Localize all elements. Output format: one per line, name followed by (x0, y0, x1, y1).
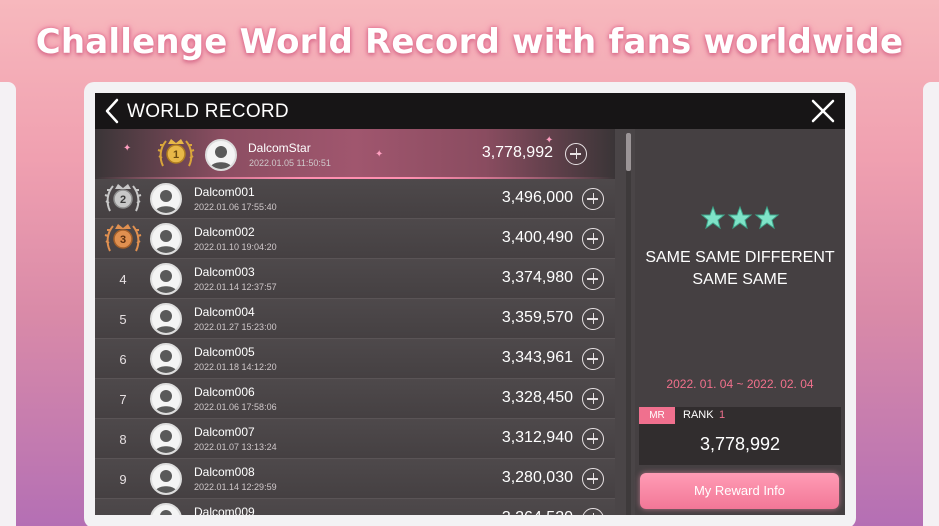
player-name: Dalcom006 (194, 385, 255, 399)
avatar-icon[interactable] (150, 263, 182, 295)
player-name: Dalcom004 (194, 305, 255, 319)
player-name: Dalcom003 (194, 265, 255, 279)
avatar-icon[interactable] (150, 303, 182, 335)
event-period: 2022. 01. 04 ~ 2022. 02. 04 (666, 377, 814, 391)
avatar-icon[interactable] (150, 383, 182, 415)
promo-headline: Challenge World Record with fans worldwi… (35, 22, 904, 62)
ranking-row[interactable]: 2 Dalcom001 2022.01.06 17:55:40 3,496,000 (95, 179, 615, 219)
record-score: 3,312,940 (501, 429, 573, 446)
medal-number: 2 (120, 194, 126, 206)
add-circle-icon[interactable] (582, 348, 604, 370)
record-score: 3,400,490 (501, 229, 573, 246)
ranking-row[interactable]: 8 Dalcom007 2022.01.07 13:13:24 3,312,940 (95, 419, 615, 459)
record-date: 2022.01.07 13:13:24 (194, 442, 277, 452)
ranking-row[interactable]: 5 Dalcom004 2022.01.27 15:23:00 3,359,570 (95, 299, 615, 339)
rank-number: 6 (119, 352, 127, 367)
record-score: 3,374,980 (501, 269, 573, 286)
add-circle-icon[interactable] (582, 228, 604, 250)
record-score: 3,328,450 (501, 389, 573, 406)
player-name: Dalcom007 (194, 425, 255, 439)
top-bar: WORLD RECORD (95, 93, 845, 129)
crown-medal-icon: 2 (104, 181, 142, 217)
adjacent-card-left (0, 82, 16, 526)
add-circle-icon[interactable] (582, 188, 604, 210)
ranking-row[interactable]: 10 Dalcom009 3,264,520 (95, 499, 615, 515)
ranking-row[interactable]: 9 Dalcom008 2022.01.14 12:29:59 3,280,030 (95, 459, 615, 499)
my-score: 3,778,992 (699, 434, 781, 454)
record-date: 2022.01.05 11:50:51 (249, 158, 331, 168)
mode-badge: MR (639, 407, 675, 424)
ranking-row[interactable]: 4 Dalcom003 2022.01.14 12:37:57 3,374,980 (95, 259, 615, 299)
avatar-icon[interactable] (150, 343, 182, 375)
add-circle-icon[interactable] (582, 388, 604, 410)
record-score: 3,280,030 (501, 469, 573, 486)
add-circle-icon[interactable] (582, 468, 604, 490)
record-score: 3,264,520 (502, 509, 573, 515)
star-icon (727, 205, 753, 230)
rank-number: 7 (119, 392, 127, 407)
star-icon (700, 205, 726, 230)
add-circle-icon[interactable] (582, 428, 604, 450)
avatar-icon[interactable] (150, 503, 182, 515)
record-date: 2022.01.14 12:37:57 (194, 282, 277, 292)
avatar-icon[interactable] (150, 223, 182, 255)
song-info-panel: SAME SAME DIFFERENT SAME SAME 2022. 01. … (635, 129, 845, 515)
sparkle-icon: ✦ (123, 143, 132, 154)
star-icon (754, 205, 780, 230)
sparkle-icon: ✦ (375, 149, 384, 160)
rank-number: 5 (119, 312, 127, 327)
crown-medal-icon: 1 (157, 136, 195, 172)
world-record-panel: WORLD RECORD ✦ ✦ ✦ 1 DalcomStar 2022.01.… (95, 93, 845, 515)
record-score: 3,496,000 (501, 189, 573, 206)
avatar-icon[interactable] (150, 423, 182, 455)
record-date: 2022.01.27 15:23:00 (194, 322, 277, 332)
rank-number: 10 (105, 512, 141, 515)
player-name: Dalcom002 (194, 225, 255, 239)
scrollbar-track[interactable] (626, 133, 631, 515)
medal-number: 3 (120, 234, 126, 246)
song-title: SAME SAME DIFFERENT SAME SAME (645, 249, 835, 288)
avatar-icon[interactable] (150, 183, 182, 215)
player-name: Dalcom001 (194, 185, 255, 199)
avatar-icon[interactable] (150, 463, 182, 495)
ranking-row[interactable]: 3 Dalcom002 2022.01.10 19:04:20 3,400,490 (95, 219, 615, 259)
back-chevron-icon[interactable] (101, 97, 125, 125)
ranking-list[interactable]: ✦ ✦ ✦ 1 DalcomStar 2022.01.05 11:50:51 3… (95, 129, 615, 515)
player-name: Dalcom009 (194, 505, 255, 515)
player-name: Dalcom005 (194, 345, 255, 359)
my-reward-info-button[interactable]: My Reward Info (640, 473, 839, 509)
record-score: 3,778,992 (481, 144, 553, 161)
my-rank-box: MR RANK 1 3,778,992 (639, 407, 841, 465)
rank-value: 1 (719, 409, 726, 421)
record-date: 2022.01.06 17:55:40 (194, 202, 277, 212)
page-title: WORLD RECORD (127, 101, 289, 122)
crown-medal-icon: 3 (104, 221, 142, 257)
difficulty-stars (700, 205, 780, 231)
ranking-row[interactable]: 6 Dalcom005 2022.01.18 14:12:20 3,343,961 (95, 339, 615, 379)
record-date: 2022.01.06 17:58:06 (194, 402, 277, 412)
add-circle-icon[interactable] (582, 308, 604, 330)
rank-number: 9 (119, 472, 127, 487)
add-circle-icon[interactable] (582, 508, 604, 515)
rank-number: 8 (119, 432, 127, 447)
scrollbar-thumb[interactable] (626, 133, 631, 171)
record-date: 2022.01.10 19:04:20 (194, 242, 277, 252)
rank-label: RANK (683, 409, 714, 421)
record-date: 2022.01.18 14:12:20 (194, 362, 277, 372)
record-score: 3,359,570 (501, 309, 573, 326)
adjacent-card-right (923, 82, 939, 526)
add-circle-icon[interactable] (582, 268, 604, 290)
ranking-row[interactable]: 7 Dalcom006 2022.01.06 17:58:06 3,328,450 (95, 379, 615, 419)
player-name: DalcomStar (248, 141, 311, 155)
player-name: Dalcom008 (194, 465, 255, 479)
rank-number: 4 (119, 272, 127, 287)
record-score: 3,343,961 (501, 349, 573, 366)
medal-number: 1 (173, 149, 179, 161)
my-record-row[interactable]: ✦ ✦ ✦ 1 DalcomStar 2022.01.05 11:50:51 3… (95, 129, 615, 179)
record-date: 2022.01.14 12:29:59 (194, 482, 277, 492)
close-x-icon[interactable] (809, 97, 837, 125)
add-circle-icon[interactable] (565, 143, 587, 165)
avatar-icon[interactable] (205, 139, 237, 171)
